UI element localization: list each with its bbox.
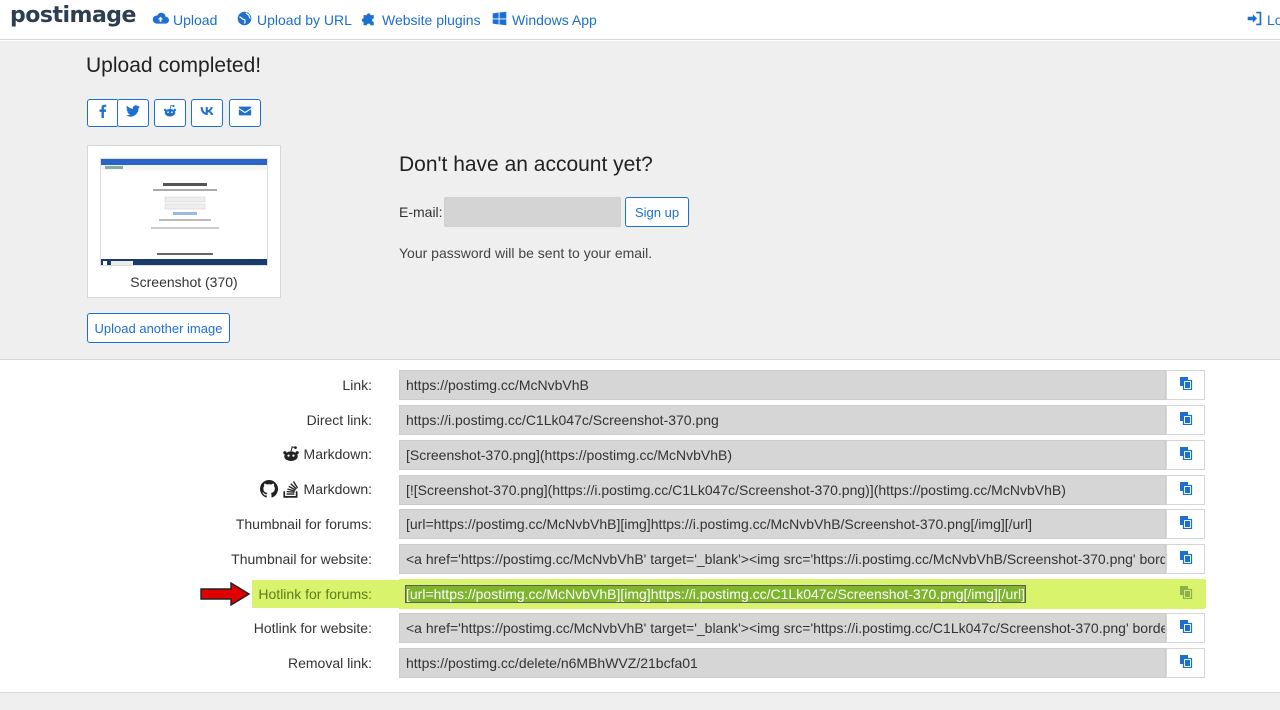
thumbnail-caption: Screenshot (370)	[130, 274, 238, 290]
copy-thumbnail-website-button[interactable]	[1166, 544, 1205, 574]
nav-windows-app-label: Windows App	[512, 12, 597, 28]
thumbnail-website-field[interactable]: <a href='https://postimg.cc/McNvbVhB' ta…	[399, 544, 1166, 574]
markdown-github-label: Markdown:	[259, 480, 372, 498]
globe-icon	[236, 10, 253, 30]
red-arrow-annotation	[200, 581, 251, 607]
thumbnail-forums-field[interactable]: [url=https://postimg.cc/McNvbVhB][img]ht…	[399, 509, 1166, 539]
copy-icon	[1179, 585, 1193, 604]
copy-markdown-github-button[interactable]	[1166, 475, 1205, 505]
nav-login[interactable]: Log	[1246, 10, 1280, 30]
copy-icon	[1179, 515, 1193, 534]
vk-icon	[200, 104, 214, 123]
image-thumbnail-card[interactable]: Screenshot (370)	[87, 145, 281, 298]
nav-windows-app[interactable]: Windows App	[491, 10, 597, 30]
copy-icon	[1179, 619, 1193, 638]
upload-another-image-button[interactable]: Upload another image	[87, 313, 230, 343]
nav-upload-by-url-label: Upload by URL	[257, 12, 352, 28]
reddit-icon	[163, 104, 177, 123]
nav-upload-label: Upload	[173, 12, 218, 28]
nav-upload[interactable]: Upload	[152, 10, 217, 30]
footer-band	[0, 692, 1280, 710]
copy-hotlink-forums-button[interactable]	[1166, 579, 1205, 609]
top-navbar: postimage Upload Upload by URL Website p…	[0, 0, 1280, 40]
removal-link-field[interactable]: https://postimg.cc/delete/n6MBhWVZ/21bcf…	[399, 648, 1166, 678]
reddit-icon	[282, 445, 300, 463]
password-note: Your password will be sent to your email…	[399, 245, 653, 261]
thumbnail-forums-label: Thumbnail for forums:	[235, 516, 372, 532]
share-reddit-button[interactable]	[154, 99, 186, 127]
markdown-github-field[interactable]: [![Screenshot-370.png](https://i.postimg…	[399, 475, 1166, 505]
markdown-reddit-label: Markdown:	[282, 445, 372, 463]
logo-text-image: image	[62, 3, 136, 28]
share-vk-button[interactable]	[191, 99, 223, 127]
nav-website-plugins[interactable]: Website plugins	[361, 10, 481, 30]
copy-direct-link-button[interactable]	[1166, 405, 1205, 435]
signup-heading: Don't have an account yet?	[399, 153, 653, 176]
copy-icon	[1179, 446, 1193, 465]
puzzle-icon	[361, 10, 378, 30]
copy-icon	[1179, 411, 1193, 430]
hotlink-website-field[interactable]: <a href='https://postimg.cc/McNvbVhB' ta…	[399, 613, 1166, 643]
stack-overflow-icon	[282, 480, 300, 498]
selected-text: [url=https://postimg.cc/McNvbVhB][img]ht…	[406, 586, 1025, 602]
copy-thumbnail-forums-button[interactable]	[1166, 509, 1205, 539]
nav-website-plugins-label: Website plugins	[382, 12, 481, 28]
facebook-icon	[96, 104, 110, 123]
email-field[interactable]	[444, 197, 621, 227]
twitter-icon	[126, 104, 140, 123]
logo-text-post: post	[10, 3, 63, 28]
sign-in-icon	[1246, 10, 1263, 30]
share-email-button[interactable]	[229, 99, 261, 127]
direct-link-field[interactable]: https://i.postimg.cc/C1Lk047c/Screenshot…	[399, 405, 1166, 435]
screenshot-thumbnail-image[interactable]	[100, 158, 268, 266]
hotlink-forums-field[interactable]: [url=https://postimg.cc/McNvbVhB][img]ht…	[399, 579, 1166, 609]
sign-up-button[interactable]: Sign up	[625, 197, 689, 227]
copy-link-button[interactable]	[1166, 370, 1205, 400]
nav-upload-by-url[interactable]: Upload by URL	[236, 10, 352, 30]
copy-icon	[1179, 654, 1193, 673]
copy-icon	[1179, 376, 1193, 395]
copy-markdown-reddit-button[interactable]	[1166, 440, 1205, 470]
copy-icon	[1179, 550, 1193, 569]
copy-removal-link-button[interactable]	[1166, 648, 1205, 678]
share-facebook-button[interactable]	[87, 99, 119, 127]
page-title: Upload completed!	[86, 54, 262, 77]
copy-hotlink-website-button[interactable]	[1166, 613, 1205, 643]
cloud-upload-icon	[152, 10, 169, 30]
hotlink-website-label: Hotlink for website:	[253, 620, 372, 636]
github-icon	[259, 480, 278, 498]
email-label: E-mail:	[399, 204, 443, 220]
link-label: Link:	[342, 377, 372, 393]
link-field[interactable]: https://postimg.cc/McNvbVhB	[399, 370, 1166, 400]
thumbnail-website-label: Thumbnail for website:	[231, 551, 372, 567]
copy-icon	[1179, 481, 1193, 500]
share-twitter-button[interactable]	[117, 99, 149, 127]
direct-link-label: Direct link:	[306, 412, 372, 428]
windows-icon	[491, 10, 508, 30]
markdown-reddit-field[interactable]: [Screenshot-370.png](https://postimg.cc/…	[399, 440, 1166, 470]
envelope-icon	[238, 104, 252, 123]
nav-login-label: Log	[1267, 12, 1280, 28]
hotlink-forums-label: Hotlink for forums:	[258, 586, 372, 602]
removal-link-label: Removal link:	[287, 655, 372, 671]
postimage-logo[interactable]: postimage	[10, 3, 136, 28]
